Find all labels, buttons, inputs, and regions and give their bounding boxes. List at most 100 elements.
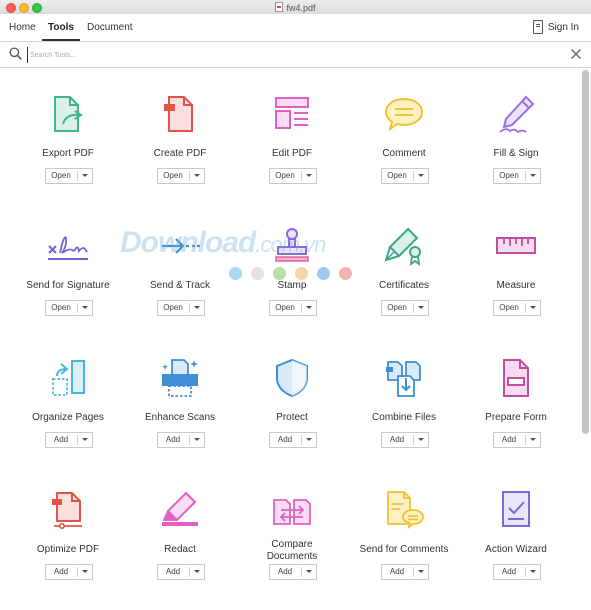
- chevron-down-icon[interactable]: [306, 306, 312, 309]
- button-divider: [77, 567, 78, 577]
- button-divider: [189, 171, 190, 181]
- tool-protect[interactable]: Protect Add: [236, 332, 348, 462]
- chevron-down-icon[interactable]: [82, 174, 88, 177]
- tool-add-button[interactable]: Add: [493, 432, 541, 448]
- button-label: Open: [51, 171, 71, 180]
- chevron-down-icon[interactable]: [530, 570, 536, 573]
- button-label: Open: [51, 303, 71, 312]
- chevron-down-icon[interactable]: [418, 570, 424, 573]
- export-pdf-icon: [54, 96, 83, 132]
- tab-tools[interactable]: Tools: [42, 22, 80, 41]
- tool-enhance-scans[interactable]: Enhance Scans Add: [124, 332, 236, 462]
- tool-label: Protect: [276, 412, 308, 423]
- tool-stamp[interactable]: Stamp Open: [236, 200, 348, 330]
- button-label: Add: [389, 435, 405, 444]
- vertical-scrollbar[interactable]: [582, 70, 589, 434]
- tool-add-button[interactable]: Add: [157, 564, 205, 580]
- tool-label: Compare Documents: [266, 539, 318, 562]
- button-divider: [77, 171, 78, 181]
- watermark-dot: [339, 267, 352, 280]
- chevron-down-icon[interactable]: [306, 174, 312, 177]
- tool-combine-files[interactable]: Combine Files Add: [348, 332, 460, 462]
- tool-comment[interactable]: Comment Open: [348, 68, 460, 198]
- tool-label: Organize Pages: [32, 412, 104, 423]
- tool-open-button[interactable]: Open: [157, 300, 205, 316]
- tool-send-for-comments[interactable]: Send for Comments Add: [348, 464, 460, 594]
- clear-search-icon[interactable]: [570, 48, 582, 60]
- button-divider: [525, 435, 526, 445]
- tool-export-pdf[interactable]: Export PDF Open: [12, 68, 124, 198]
- tab-document[interactable]: Document: [87, 22, 133, 33]
- tool-fill-sign[interactable]: Fill & Sign Open: [460, 68, 572, 198]
- top-nav: Home Tools Document Sign In: [0, 14, 591, 42]
- mobile-link-icon[interactable]: [533, 20, 543, 34]
- tool-certificates[interactable]: Certificates Open: [348, 200, 460, 330]
- watermark-dots: [229, 267, 361, 285]
- optimize-pdf-icon: [52, 492, 82, 529]
- tool-open-button[interactable]: Open: [45, 300, 93, 316]
- watermark-suffix: .com.vn: [255, 232, 326, 257]
- tool-measure[interactable]: Measure Open: [460, 200, 572, 330]
- chevron-down-icon[interactable]: [418, 438, 424, 441]
- tool-open-button[interactable]: Open: [269, 300, 317, 316]
- search-bar: [0, 42, 591, 68]
- tool-open-button[interactable]: Open: [269, 168, 317, 184]
- tool-open-button[interactable]: Open: [493, 168, 541, 184]
- chevron-down-icon[interactable]: [82, 570, 88, 573]
- chevron-down-icon[interactable]: [194, 570, 200, 573]
- tool-add-button[interactable]: Add: [45, 432, 93, 448]
- chevron-down-icon[interactable]: [194, 306, 200, 309]
- tool-edit-pdf[interactable]: Edit PDF Open: [236, 68, 348, 198]
- watermark-dot: [251, 267, 264, 280]
- tool-open-button[interactable]: Open: [45, 168, 93, 184]
- tool-send-for-signature[interactable]: Send for Signature Open: [12, 200, 124, 330]
- tab-home[interactable]: Home: [9, 22, 36, 33]
- tool-open-button[interactable]: Open: [493, 300, 541, 316]
- tool-add-button[interactable]: Add: [157, 432, 205, 448]
- tool-organize-pages[interactable]: Organize Pages Add: [12, 332, 124, 462]
- chevron-down-icon[interactable]: [418, 174, 424, 177]
- edit-pdf-icon: [275, 97, 309, 129]
- chevron-down-icon[interactable]: [418, 306, 424, 309]
- button-divider: [301, 567, 302, 577]
- tool-compare-documents[interactable]: Compare Documents Add: [236, 464, 348, 594]
- tool-add-button[interactable]: Add: [269, 432, 317, 448]
- tool-prepare-form[interactable]: Prepare Form Add: [460, 332, 572, 462]
- tool-redact[interactable]: Redact Add: [124, 464, 236, 594]
- tool-action-wizard[interactable]: Action Wizard Add: [460, 464, 572, 594]
- chevron-down-icon[interactable]: [530, 438, 536, 441]
- chevron-down-icon[interactable]: [82, 306, 88, 309]
- tool-label: Edit PDF: [271, 148, 312, 159]
- sign-in-link[interactable]: Sign In: [548, 22, 579, 33]
- tool-add-button[interactable]: Add: [269, 564, 317, 580]
- tool-open-button[interactable]: Open: [381, 168, 429, 184]
- combine-files-icon: [386, 361, 421, 397]
- enhance-scans-icon: [162, 359, 198, 397]
- tool-create-pdf[interactable]: Create PDF Open: [124, 68, 236, 198]
- tool-open-button[interactable]: Open: [157, 168, 205, 184]
- tool-add-button[interactable]: Add: [45, 564, 93, 580]
- pdf-file-icon: [275, 2, 284, 12]
- tool-open-button[interactable]: Open: [381, 300, 429, 316]
- search-input[interactable]: [27, 47, 552, 63]
- tool-label: Prepare Form: [485, 412, 547, 423]
- tool-optimize-pdf[interactable]: Optimize PDF Add: [12, 464, 124, 594]
- button-divider: [413, 303, 414, 313]
- button-divider: [301, 303, 302, 313]
- tool-add-button[interactable]: Add: [381, 564, 429, 580]
- tool-add-button[interactable]: Add: [381, 432, 429, 448]
- tool-send-track[interactable]: Send & Track Open: [124, 200, 236, 330]
- chevron-down-icon[interactable]: [306, 438, 312, 441]
- send-comments-icon: [387, 491, 424, 530]
- chevron-down-icon[interactable]: [530, 306, 536, 309]
- tool-add-button[interactable]: Add: [493, 564, 541, 580]
- button-divider: [301, 435, 302, 445]
- chevron-down-icon[interactable]: [530, 174, 536, 177]
- chevron-down-icon[interactable]: [194, 438, 200, 441]
- button-divider: [413, 435, 414, 445]
- chevron-down-icon[interactable]: [82, 438, 88, 441]
- button-label: Add: [389, 567, 405, 576]
- chevron-down-icon[interactable]: [194, 174, 200, 177]
- watermark-logo: Download.com.vn: [120, 226, 326, 260]
- chevron-down-icon[interactable]: [306, 570, 312, 573]
